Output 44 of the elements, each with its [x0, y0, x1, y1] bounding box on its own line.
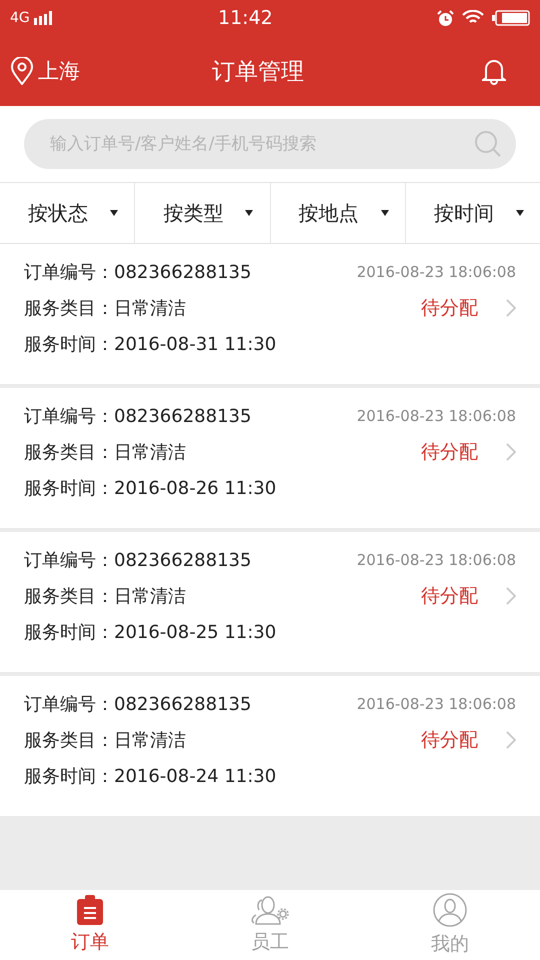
created-time: 2016-08-23 18:06:08 [356, 694, 516, 712]
order-status: 待分配 [421, 440, 478, 464]
service-time: 服务时间：2016-08-31 11:30 [24, 332, 276, 356]
chevron-right-icon [506, 298, 516, 316]
user-icon [433, 893, 467, 927]
service-time: 服务时间：2016-08-25 11:30 [24, 620, 276, 644]
order-number: 订单编号：082366288135 [24, 404, 252, 428]
created-time: 2016-08-23 18:06:08 [356, 406, 516, 424]
service-category: 服务类目：日常清洁 [24, 296, 186, 320]
alarm-icon [437, 10, 454, 26]
service-category: 服务类目：日常清洁 [24, 584, 186, 608]
order-number: 订单编号：082366288135 [24, 692, 252, 716]
users-gear-icon [250, 895, 290, 925]
service-category: 服务类目：日常清洁 [24, 728, 186, 752]
caret-icon [110, 210, 118, 216]
page-title: 订单管理 [212, 58, 304, 86]
order-status: 待分配 [421, 728, 478, 752]
order-card[interactable]: 订单编号：082366288135 2016-08-23 18:06:08 服务类目：日常清洁 待分配 服务时间：2016-08-31 11:30 [0, 244, 540, 384]
created-time: 2016-08-23 18:06:08 [356, 550, 516, 568]
service-category: 服务类目：日常清洁 [24, 440, 186, 464]
signal-icon [34, 11, 54, 25]
order-status: 待分配 [421, 296, 478, 320]
caret-icon [245, 210, 254, 216]
caret-icon [380, 210, 389, 216]
order-status: 待分配 [421, 584, 478, 608]
service-time: 服务时间：2016-08-26 11:30 [24, 476, 276, 500]
location-pin-icon[interactable] [10, 57, 34, 85]
bell-icon[interactable] [482, 57, 506, 85]
caret-icon [516, 210, 524, 216]
clock-time: 11:42 [218, 7, 273, 29]
created-time: 2016-08-23 18:06:08 [356, 262, 516, 280]
order-card[interactable]: 订单编号：082366288135 2016-08-23 18:06:08 服务类目：日常清洁 待分配 服务时间：2016-08-26 11:30 [0, 388, 540, 528]
network-label: 4G [10, 10, 30, 26]
chevron-right-icon [506, 586, 516, 604]
city-selector[interactable]: 上海 [38, 57, 80, 85]
order-number: 订单编号：082366288135 [24, 548, 252, 572]
clipboard-icon [77, 895, 103, 925]
order-card[interactable]: 订单编号：082366288135 2016-08-23 18:06:08 服务类目：日常清洁 待分配 服务时间：2016-08-25 11:30 [0, 532, 540, 672]
order-card[interactable]: 订单编号：082366288135 2016-08-23 18:06:08 服务类目：日常清洁 待分配 服务时间：2016-08-24 11:30 [0, 676, 540, 816]
chevron-right-icon [506, 442, 516, 460]
battery-icon [492, 10, 530, 26]
chevron-right-icon [506, 730, 516, 748]
service-time: 服务时间：2016-08-24 11:30 [24, 764, 276, 788]
order-number: 订单编号：082366288135 [24, 260, 252, 284]
